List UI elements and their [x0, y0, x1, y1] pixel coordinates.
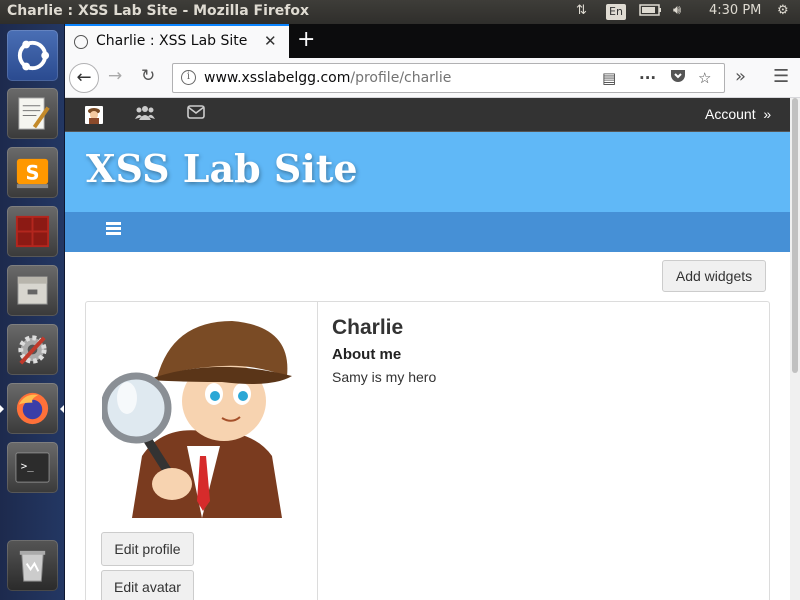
account-arrow: » [763, 106, 772, 122]
terminal-icon[interactable]: >_ [7, 442, 58, 493]
site-name[interactable]: XSS Lab Site [86, 146, 358, 191]
tab-active[interactable]: Charlie : XSS Lab Site ✕ [65, 24, 289, 58]
about-me-label: About me [332, 346, 402, 363]
firefox-icon[interactable] [7, 383, 58, 434]
edit-avatar-button[interactable]: Edit avatar [101, 570, 194, 600]
site-menu-hamburger-icon[interactable] [106, 222, 121, 236]
tab-favicon-icon [74, 35, 88, 49]
reader-view-icon[interactable]: ▤ [602, 69, 616, 87]
profile-box: Edit profile Edit avatar Charlie About m… [85, 301, 770, 600]
keyboard-layout-indicator[interactable]: En [606, 4, 626, 20]
tab-title: Charlie : XSS Lab Site [96, 33, 248, 49]
forward-button[interactable]: → [108, 66, 122, 86]
power-gear-icon[interactable]: ⚙ [777, 3, 789, 18]
tab-close-icon[interactable]: ✕ [264, 32, 277, 50]
tab-strip: Charlie : XSS Lab Site ✕ + [65, 24, 800, 58]
pocket-icon[interactable] [670, 69, 686, 87]
url-domain: www.xsslabelgg.com [204, 70, 351, 86]
about-me-text: Samy is my hero [332, 369, 437, 385]
files-icon[interactable] [7, 265, 58, 316]
web-page: Account » XSS Lab Site Add widgets Edit … [65, 98, 800, 600]
network-icon[interactable]: ⇅ [576, 3, 587, 18]
site-topbar: Account » [65, 98, 790, 132]
new-tab-icon[interactable]: + [297, 27, 315, 52]
window-title: Charlie : XSS Lab Site - Mozilla Firefox [7, 3, 310, 19]
focused-indicator [60, 405, 64, 413]
back-button[interactable]: ← [69, 63, 99, 93]
clock[interactable]: 4:30 PM [709, 3, 761, 18]
account-menu[interactable]: Account » [705, 106, 771, 122]
url-path: /profile/charlie [350, 70, 452, 86]
running-indicator [0, 405, 4, 413]
url-text[interactable]: www.xsslabelgg.com/profile/charlie [204, 70, 451, 86]
firefox-window: Charlie : XSS Lab Site ✕ + ← → ↻ i www.x… [65, 24, 800, 600]
user-avatar-small[interactable] [85, 106, 103, 124]
system-top-bar: Charlie : XSS Lab Site - Mozilla Firefox… [0, 0, 800, 24]
bookmark-star-icon[interactable]: ☆ [698, 69, 711, 87]
trash-icon[interactable] [7, 540, 58, 591]
ubuntu-dash-icon[interactable] [7, 30, 58, 81]
page-actions-icon[interactable]: ··· [639, 69, 656, 87]
profile-name: Charlie [332, 316, 404, 339]
page-scrollbar[interactable] [790, 98, 800, 600]
terminal-multiplexer-icon[interactable] [7, 206, 58, 257]
url-bar[interactable]: i www.xsslabelgg.com/profile/charlie ▤ ·… [172, 63, 725, 93]
site-info-icon[interactable]: i [181, 70, 196, 85]
site-header: XSS Lab Site [65, 132, 790, 212]
site-menu-bar [65, 212, 790, 252]
messages-icon[interactable] [187, 104, 205, 123]
battery-icon[interactable] [639, 3, 663, 21]
launcher: S >_ [0, 24, 65, 600]
sublime-text-icon[interactable]: S [7, 147, 58, 198]
profile-avatar-image[interactable] [102, 316, 299, 518]
text-editor-icon[interactable] [7, 88, 58, 139]
volume-icon[interactable]: 🔊︎ [673, 3, 681, 18]
navigation-toolbar: ← → ↻ i www.xsslabelgg.com/profile/charl… [65, 58, 800, 98]
overflow-chevron-icon[interactable]: » [735, 66, 746, 87]
edit-profile-button[interactable]: Edit profile [101, 532, 194, 566]
svg-text:S: S [25, 161, 39, 184]
settings-icon[interactable] [7, 324, 58, 375]
reload-button[interactable]: ↻ [141, 66, 155, 86]
friends-icon[interactable] [135, 104, 155, 124]
scrollbar-thumb[interactable] [792, 98, 798, 373]
profile-divider [317, 302, 318, 600]
svg-text:>_: >_ [21, 459, 34, 472]
menu-hamburger-icon[interactable]: ☰ [773, 66, 789, 87]
add-widgets-button[interactable]: Add widgets [662, 260, 766, 292]
account-label: Account [705, 106, 756, 122]
